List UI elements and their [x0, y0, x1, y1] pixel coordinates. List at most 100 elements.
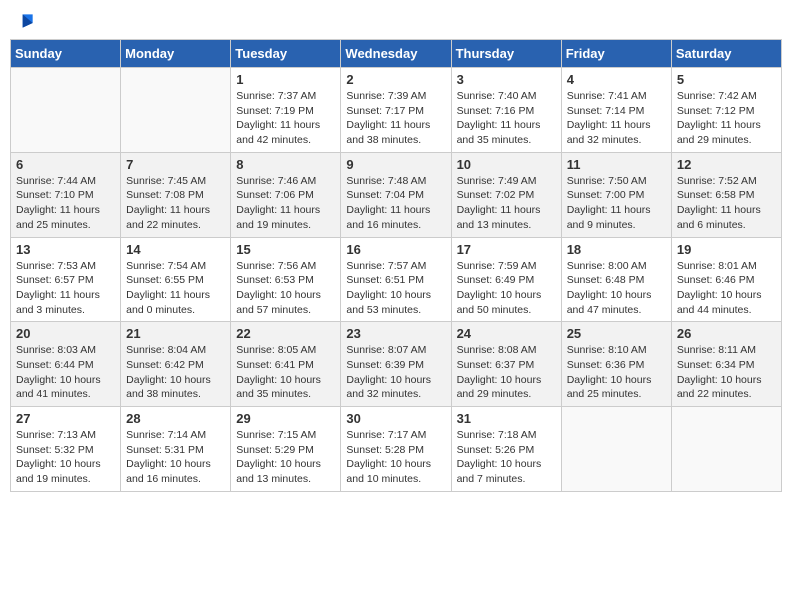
- day-info: Sunrise: 7:14 AMSunset: 5:31 PMDaylight:…: [126, 428, 225, 487]
- day-number: 3: [457, 72, 556, 87]
- day-number: 28: [126, 411, 225, 426]
- day-number: 7: [126, 157, 225, 172]
- calendar-cell: 27 Sunrise: 7:13 AMSunset: 5:32 PMDayligh…: [11, 407, 121, 492]
- day-number: 15: [236, 242, 335, 257]
- day-info: Sunrise: 7:17 AMSunset: 5:28 PMDaylight:…: [346, 428, 445, 487]
- calendar-cell: 31Sunrise: 7:18 AMSunset: 5:26 PMDayligh…: [451, 407, 561, 492]
- day-number: 2: [346, 72, 445, 87]
- day-number: 23: [346, 326, 445, 341]
- day-info: Sunrise: 8:10 AMSunset: 6:36 PMDaylight:…: [567, 343, 666, 402]
- calendar-cell: [121, 68, 231, 153]
- column-header-monday: Monday: [121, 40, 231, 68]
- calendar-week-4: 20Sunrise: 8:03 AMSunset: 6:44 PMDayligh…: [11, 322, 782, 407]
- day-info: Sunrise: 7:18 AMSunset: 5:26 PMDaylight:…: [457, 428, 556, 487]
- day-info: Sunrise: 7:57 AMSunset: 6:51 PMDaylight:…: [346, 259, 445, 318]
- day-number: 13: [16, 242, 115, 257]
- day-info: Sunrise: 7:46 AMSunset: 7:06 PMDaylight:…: [236, 174, 335, 233]
- calendar-cell: 14Sunrise: 7:54 AMSunset: 6:55 PMDayligh…: [121, 237, 231, 322]
- column-header-wednesday: Wednesday: [341, 40, 451, 68]
- calendar-cell: 5 Sunrise: 7:42 AMSunset: 7:12 PMDaylight…: [671, 68, 781, 153]
- calendar-cell: [671, 407, 781, 492]
- day-info: Sunrise: 8:08 AMSunset: 6:37 PMDaylight:…: [457, 343, 556, 402]
- day-number: 4: [567, 72, 666, 87]
- day-info: Sunrise: 7:13 AMSunset: 5:32 PMDaylight:…: [16, 428, 115, 487]
- day-info: Sunrise: 7:42 AMSunset: 7:12 PMDaylight:…: [677, 89, 776, 148]
- day-info: Sunrise: 7:39 AMSunset: 7:17 PMDaylight:…: [346, 89, 445, 148]
- logo: [14, 10, 36, 31]
- day-number: 29: [236, 411, 335, 426]
- calendar-cell: 16Sunrise: 7:57 AMSunset: 6:51 PMDayligh…: [341, 237, 451, 322]
- day-number: 11: [567, 157, 666, 172]
- day-info: Sunrise: 7:41 AMSunset: 7:14 PMDaylight:…: [567, 89, 666, 148]
- calendar-cell: 10Sunrise: 7:49 AMSunset: 7:02 PMDayligh…: [451, 152, 561, 237]
- day-info: Sunrise: 7:56 AMSunset: 6:53 PMDaylight:…: [236, 259, 335, 318]
- day-info: Sunrise: 7:44 AMSunset: 7:10 PMDaylight:…: [16, 174, 115, 233]
- day-info: Sunrise: 8:07 AMSunset: 6:39 PMDaylight:…: [346, 343, 445, 402]
- column-header-friday: Friday: [561, 40, 671, 68]
- day-info: Sunrise: 7:40 AMSunset: 7:16 PMDaylight:…: [457, 89, 556, 148]
- day-number: 9: [346, 157, 445, 172]
- calendar-cell: 2 Sunrise: 7:39 AMSunset: 7:17 PMDaylight…: [341, 68, 451, 153]
- day-info: Sunrise: 7:50 AMSunset: 7:00 PMDaylight:…: [567, 174, 666, 233]
- day-number: 19: [677, 242, 776, 257]
- day-info: Sunrise: 8:11 AMSunset: 6:34 PMDaylight:…: [677, 343, 776, 402]
- column-header-saturday: Saturday: [671, 40, 781, 68]
- calendar-cell: 6 Sunrise: 7:44 AMSunset: 7:10 PMDaylight…: [11, 152, 121, 237]
- logo-icon: [16, 11, 36, 31]
- column-header-thursday: Thursday: [451, 40, 561, 68]
- day-info: Sunrise: 8:04 AMSunset: 6:42 PMDaylight:…: [126, 343, 225, 402]
- day-number: 8: [236, 157, 335, 172]
- calendar-week-2: 6 Sunrise: 7:44 AMSunset: 7:10 PMDaylight…: [11, 152, 782, 237]
- calendar-cell: 28 Sunrise: 7:14 AMSunset: 5:31 PMDayligh…: [121, 407, 231, 492]
- day-number: 22: [236, 326, 335, 341]
- calendar-cell: 24 Sunrise: 8:08 AMSunset: 6:37 PMDayligh…: [451, 322, 561, 407]
- day-number: 26: [677, 326, 776, 341]
- day-number: 20: [16, 326, 115, 341]
- calendar-cell: 21 Sunrise: 8:04 AMSunset: 6:42 PMDayligh…: [121, 322, 231, 407]
- calendar-cell: 25 Sunrise: 8:10 AMSunset: 6:36 PMDayligh…: [561, 322, 671, 407]
- day-number: 5: [677, 72, 776, 87]
- calendar-cell: 22 Sunrise: 8:05 AMSunset: 6:41 PMDayligh…: [231, 322, 341, 407]
- column-header-sunday: Sunday: [11, 40, 121, 68]
- calendar-cell: [561, 407, 671, 492]
- calendar-cell: [11, 68, 121, 153]
- day-info: Sunrise: 7:54 AMSunset: 6:55 PMDaylight:…: [126, 259, 225, 318]
- calendar-cell: 7Sunrise: 7:45 AMSunset: 7:08 PMDaylight…: [121, 152, 231, 237]
- calendar-cell: 18Sunrise: 8:00 AMSunset: 6:48 PMDayligh…: [561, 237, 671, 322]
- day-number: 30: [346, 411, 445, 426]
- calendar-cell: 20Sunrise: 8:03 AMSunset: 6:44 PMDayligh…: [11, 322, 121, 407]
- calendar-cell: 23 Sunrise: 8:07 AMSunset: 6:39 PMDayligh…: [341, 322, 451, 407]
- calendar-cell: 1Sunrise: 7:37 AMSunset: 7:19 PMDaylight…: [231, 68, 341, 153]
- calendar-cell: 17 Sunrise: 7:59 AMSunset: 6:49 PMDayligh…: [451, 237, 561, 322]
- day-info: Sunrise: 7:53 AMSunset: 6:57 PMDaylight:…: [16, 259, 115, 318]
- day-number: 6: [16, 157, 115, 172]
- column-header-tuesday: Tuesday: [231, 40, 341, 68]
- calendar-week-5: 27 Sunrise: 7:13 AMSunset: 5:32 PMDayligh…: [11, 407, 782, 492]
- calendar-week-3: 13 Sunrise: 7:53 AMSunset: 6:57 PMDayligh…: [11, 237, 782, 322]
- calendar-cell: 11 Sunrise: 7:50 AMSunset: 7:00 PMDayligh…: [561, 152, 671, 237]
- day-number: 21: [126, 326, 225, 341]
- day-info: Sunrise: 8:05 AMSunset: 6:41 PMDaylight:…: [236, 343, 335, 402]
- day-info: Sunrise: 7:52 AMSunset: 6:58 PMDaylight:…: [677, 174, 776, 233]
- calendar-cell: 3 Sunrise: 7:40 AMSunset: 7:16 PMDaylight…: [451, 68, 561, 153]
- calendar-cell: 12Sunrise: 7:52 AMSunset: 6:58 PMDayligh…: [671, 152, 781, 237]
- day-number: 17: [457, 242, 556, 257]
- calendar-cell: 30 Sunrise: 7:17 AMSunset: 5:28 PMDayligh…: [341, 407, 451, 492]
- calendar-cell: 29Sunrise: 7:15 AMSunset: 5:29 PMDayligh…: [231, 407, 341, 492]
- day-number: 25: [567, 326, 666, 341]
- day-info: Sunrise: 7:59 AMSunset: 6:49 PMDaylight:…: [457, 259, 556, 318]
- calendar-cell: 8 Sunrise: 7:46 AMSunset: 7:06 PMDaylight…: [231, 152, 341, 237]
- calendar-cell: 4 Sunrise: 7:41 AMSunset: 7:14 PMDaylight…: [561, 68, 671, 153]
- day-info: Sunrise: 7:49 AMSunset: 7:02 PMDaylight:…: [457, 174, 556, 233]
- calendar-cell: 26 Sunrise: 8:11 AMSunset: 6:34 PMDayligh…: [671, 322, 781, 407]
- calendar-cell: 19Sunrise: 8:01 AMSunset: 6:46 PMDayligh…: [671, 237, 781, 322]
- day-info: Sunrise: 8:00 AMSunset: 6:48 PMDaylight:…: [567, 259, 666, 318]
- day-number: 24: [457, 326, 556, 341]
- calendar-cell: 15 Sunrise: 7:56 AMSunset: 6:53 PMDayligh…: [231, 237, 341, 322]
- calendar-table: SundayMondayTuesdayWednesdayThursdayFrid…: [10, 39, 782, 492]
- day-number: 1: [236, 72, 335, 87]
- calendar-cell: 13 Sunrise: 7:53 AMSunset: 6:57 PMDayligh…: [11, 237, 121, 322]
- calendar-cell: 9 Sunrise: 7:48 AMSunset: 7:04 PMDaylight…: [341, 152, 451, 237]
- day-info: Sunrise: 7:48 AMSunset: 7:04 PMDaylight:…: [346, 174, 445, 233]
- day-number: 27: [16, 411, 115, 426]
